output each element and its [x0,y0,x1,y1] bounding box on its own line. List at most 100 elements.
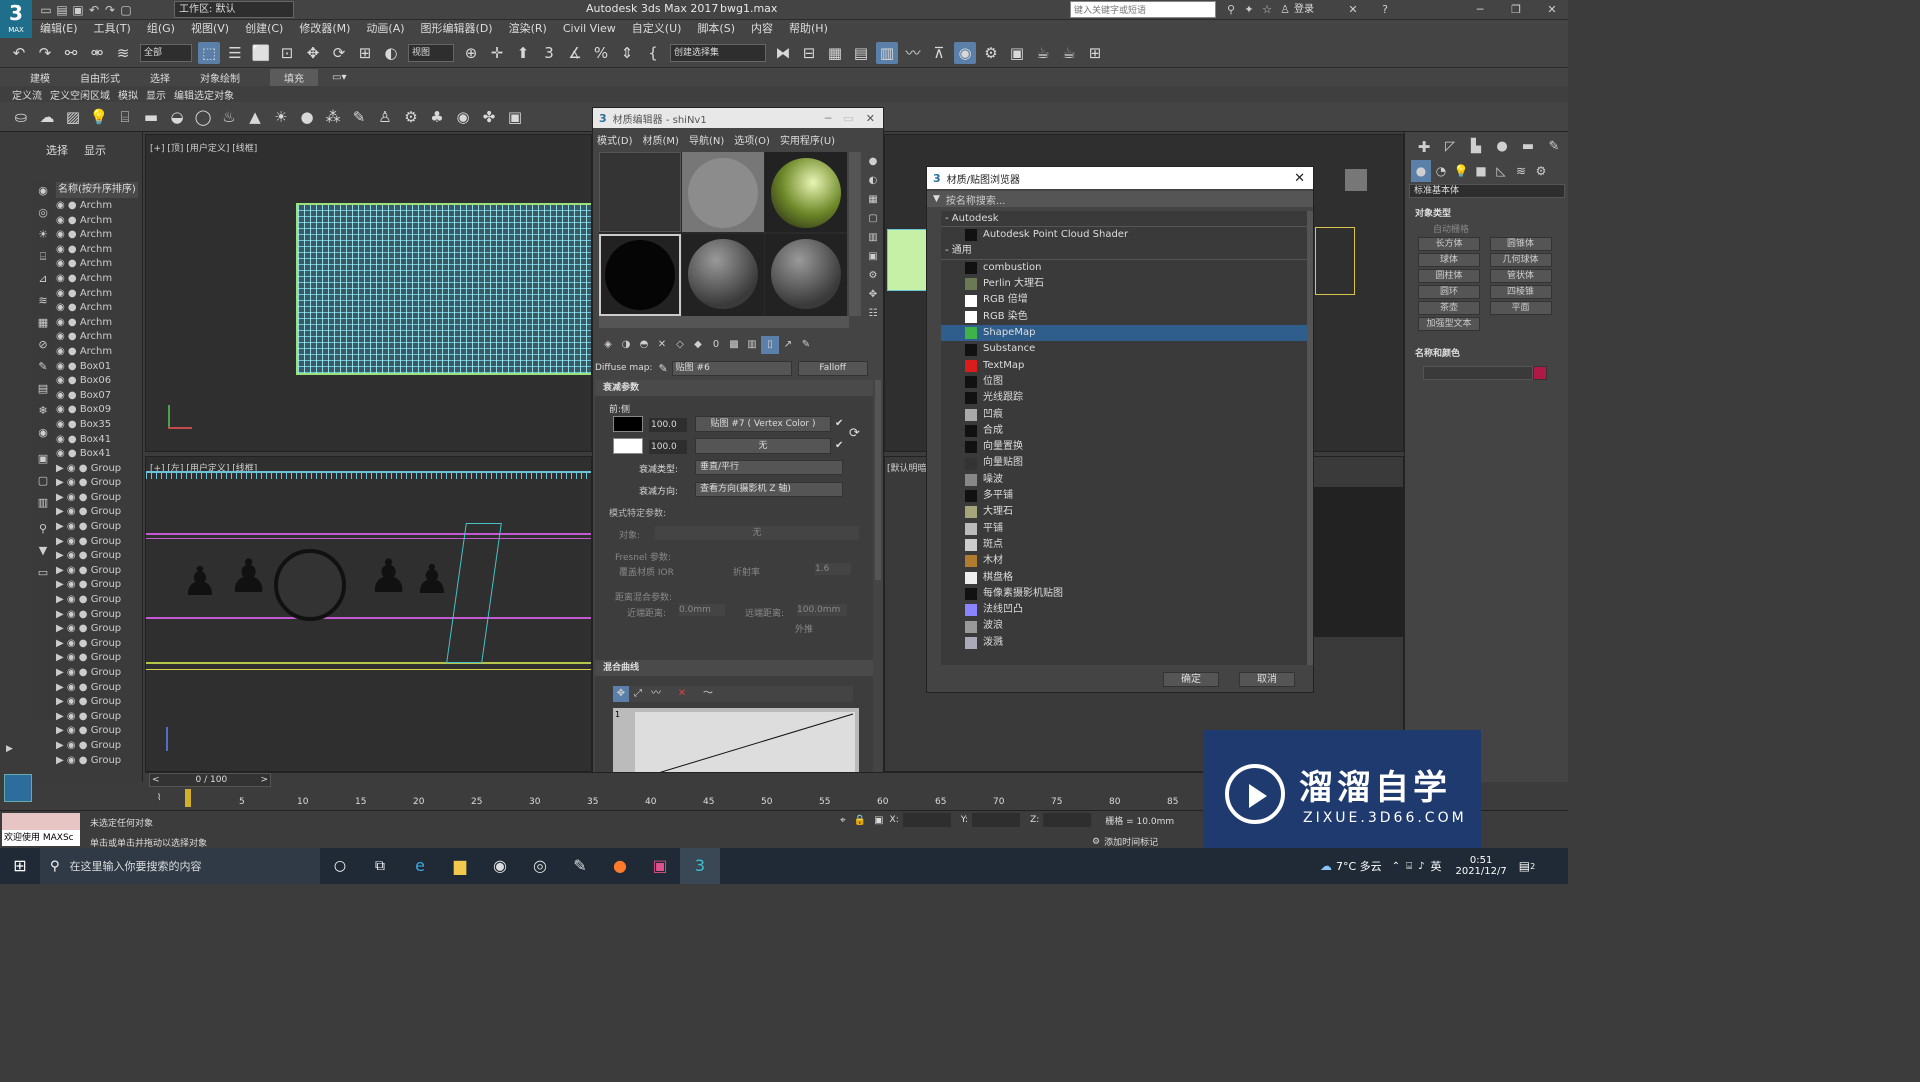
visibility-eye-icon[interactable]: ◉ ● [56,448,80,459]
options-icon[interactable]: ⚙ [865,266,881,285]
reset-map-icon[interactable]: ✕ [653,336,671,354]
visibility-eye-icon[interactable]: ◉ ● [56,419,80,430]
create-tab-icon[interactable]: ✚ [1411,136,1437,158]
scene-list-item[interactable]: ▶ ◉ ● Group [56,754,138,769]
edge-icon[interactable]: e [400,848,440,884]
make-preview-icon[interactable]: ▣ [865,247,881,266]
pick-from-object-icon[interactable]: ✎ [797,336,815,354]
browser-map-item[interactable]: Perlin 大理石 [941,276,1309,292]
open-icon[interactable]: ▤ [54,1,70,19]
scene-list-item[interactable]: ◉ ● Archm [56,199,138,214]
filter-groups-icon[interactable]: ▦ [32,312,54,334]
new-icon[interactable]: ▭ [38,1,54,19]
browser-map-item[interactable]: 合成 [941,423,1309,439]
snap-icon[interactable]: 3 [538,42,560,64]
browser-map-item[interactable]: 向量贴图 [941,455,1309,471]
z-field[interactable] [1043,813,1092,827]
scene-list-item[interactable]: ◉ ● Archm [56,257,138,272]
systems-icon[interactable]: ⚙ [1531,160,1551,182]
browser-map-item[interactable]: ShapeMap [941,325,1309,342]
ribbon-toggle-icon[interactable]: ▤ [850,42,872,64]
move-point-icon[interactable]: ✥ [613,686,629,702]
front-color-swatch[interactable] [613,416,643,432]
mat-menu-material[interactable]: 材质(M) [643,132,679,147]
visibility-eye-icon[interactable]: ◉ ● [56,244,80,255]
panel-simulate[interactable]: 模拟 [118,87,138,102]
mat-close-icon[interactable]: ✕ [866,112,875,125]
gear-icon[interactable]: ⚙ [400,106,422,128]
params-scrollbar[interactable] [875,380,881,580]
visibility-eye-icon[interactable]: ▶ ◉ ● [56,711,91,722]
rollout-object-type[interactable]: 对象类型 [1415,206,1451,219]
plane-button[interactable]: 平面 [1489,301,1552,315]
browser-group-header[interactable]: - 通用 [941,244,1309,260]
show-map-icon[interactable]: ▩ [725,336,743,354]
visibility-eye-icon[interactable]: ▶ ◉ ● [56,609,91,620]
filter-lights-icon[interactable]: ☀ [32,224,54,246]
filter-geometry-icon[interactable]: ◉ [32,180,54,202]
3dsmax-taskbar-icon[interactable]: 3 [680,848,720,884]
teapot-icon[interactable]: ⛀ [10,106,32,128]
maxscript-listener-top[interactable] [2,813,80,830]
render-icon[interactable]: ☕ [1032,42,1054,64]
placement-icon[interactable]: ◐ [380,42,402,64]
particles-icon[interactable]: ⁂ [322,106,344,128]
scene-list-item[interactable]: ◉ ● Archm [56,301,138,316]
tab-object-paint[interactable]: 对象绘制 [200,70,240,85]
person-icon[interactable]: ♙ [374,106,396,128]
scene-list-item[interactable]: ◉ ● Box09 [56,403,138,418]
visibility-eye-icon[interactable]: ▶ ◉ ● [56,623,91,634]
funnel-icon[interactable]: ▼ [32,540,54,562]
visibility-eye-icon[interactable]: ◉ ● [56,346,80,357]
filter-bones-icon[interactable]: ✎ [32,356,54,378]
viewport-left[interactable]: [+] [左] [用户定义] [线框] ♟ ♟ ♟ ♟ [145,456,592,772]
browser-map-item[interactable]: RGB 染色 [941,309,1309,325]
select-object-icon[interactable]: ⬚ [198,41,220,64]
viewcube[interactable] [1345,169,1367,191]
render-frame-icon[interactable]: ▣ [1006,42,1028,64]
sample-type-icon[interactable]: ● [865,152,881,171]
utilities-tab-icon[interactable]: ✎ [1541,136,1567,158]
menu-scripting[interactable]: 脚本(S) [689,20,743,38]
menu-animation[interactable]: 动画(A) [358,20,412,38]
filter-hidden-icon[interactable]: ◉ [32,422,54,444]
scene-list-item[interactable]: ▶ ◉ ● Group [56,549,138,564]
visibility-eye-icon[interactable]: ▶ ◉ ● [56,463,91,474]
scene-list-item[interactable]: ▶ ◉ ● Group [56,564,138,579]
panel-edit-selected[interactable]: 编辑选定对象 [174,87,234,102]
render-small-icon[interactable]: ▣ [504,106,526,128]
undo-icon[interactable]: ↶ [8,42,30,64]
primitive-type-select[interactable]: 标准基本体 [1409,184,1565,198]
selection-filter[interactable]: 全部 [140,43,192,62]
scene-list-item[interactable]: ◉ ● Archm [56,243,138,258]
near-distance-field[interactable]: 0.0mm [679,604,725,616]
filter-helpers-icon[interactable]: ⊿ [32,268,54,290]
go-to-parent-icon[interactable]: ▯ [761,336,779,354]
menu-views[interactable]: 视图(V) [183,20,237,38]
named-selection-set[interactable]: 创建选择集 [670,43,766,62]
curve-editor-icon[interactable]: 〰 [902,42,924,64]
edit-named-sets-icon[interactable]: { [642,42,664,64]
tray-chevron-icon[interactable]: ⌃ [1392,861,1400,872]
app-icon-1[interactable]: ◉ [480,848,520,884]
side-amount-field[interactable]: 100.0 [649,440,687,454]
sample-slot-scrollbar[interactable] [849,152,861,316]
scene-list-item[interactable]: ◉ ● Box41 [56,433,138,448]
modify-tab-icon[interactable]: ◸ [1437,136,1463,158]
browser-search-input[interactable]: 按名称搜索... [946,192,1006,207]
sample-slot-4-selected[interactable] [599,234,681,316]
add-time-tag[interactable]: ⚙ 添加时间标记 [1092,835,1158,849]
teapot2-icon[interactable]: ♨ [218,106,240,128]
app-logo[interactable]: 3 MAX [0,0,32,38]
mat-maximize-icon[interactable]: ▭ [843,112,853,125]
tab-populate[interactable]: 填充 [270,68,318,86]
visibility-eye-icon[interactable]: ▶ ◉ ● [56,725,91,736]
visibility-eye-icon[interactable]: ▶ ◉ ● [56,682,91,693]
scene-list-item[interactable]: ◉ ● Box06 [56,374,138,389]
windows-start-icon[interactable]: ⊞ [0,848,40,884]
put-to-library-icon[interactable]: ◆ [689,336,707,354]
save-icon[interactable]: ▣ [70,1,86,19]
ior-field[interactable]: 1.6 [815,563,851,575]
mix-curve-graph[interactable]: 1 [613,708,859,774]
visibility-eye-icon[interactable]: ▶ ◉ ● [56,652,91,663]
